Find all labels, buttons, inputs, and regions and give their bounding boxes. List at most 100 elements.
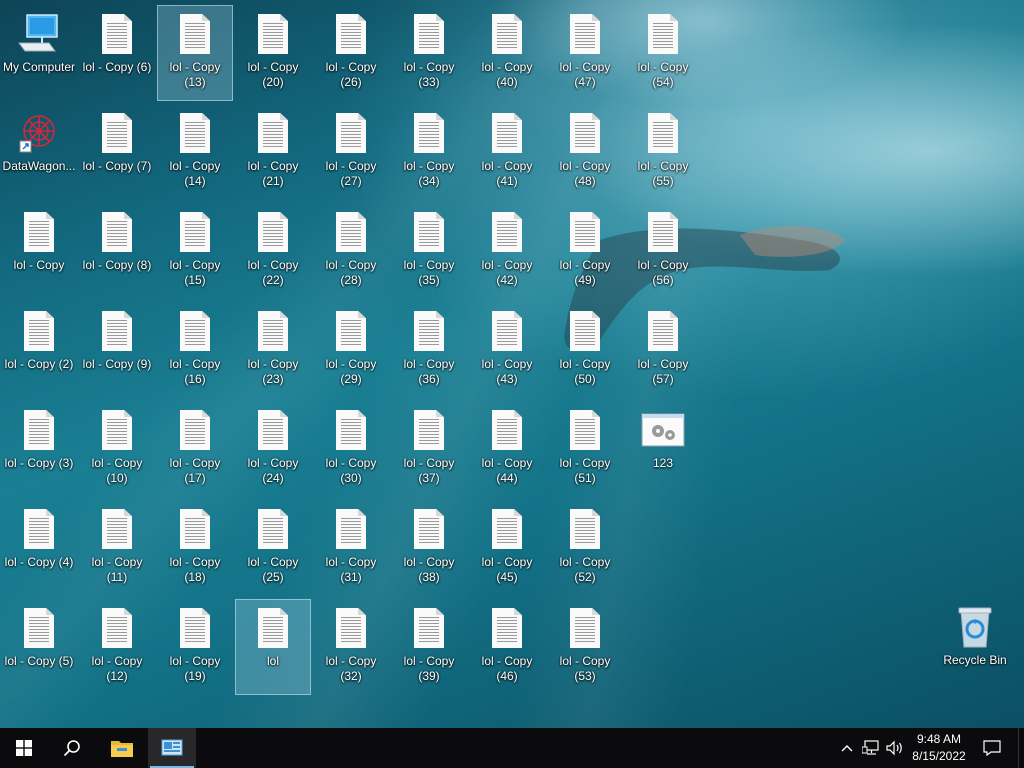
desktop-icon-label: lol - Copy (31) (325, 555, 377, 584)
desktop-icon-label: lol - Copy (50) (559, 357, 611, 386)
volume-button[interactable] (884, 728, 906, 768)
datawagon-shortcut[interactable]: DataWagon... (1, 104, 77, 200)
text-file-lol-copy-15[interactable]: lol - Copy (15) (157, 203, 233, 299)
text-file-lol-copy-31[interactable]: lol - Copy (31) (313, 500, 389, 596)
text-file-lol-copy-32[interactable]: lol - Copy (32) (313, 599, 389, 695)
desktop-icon-label: lol - Copy (26) (325, 60, 377, 89)
desktop-icon-label: lol - Copy (44) (481, 456, 533, 485)
text-file-lol-copy-52[interactable]: lol - Copy (52) (547, 500, 623, 596)
desktop-icon-label: lol - Copy (24) (247, 456, 299, 485)
text-document-icon (563, 606, 607, 650)
text-file-lol-copy-45[interactable]: lol - Copy (45) (469, 500, 545, 596)
desktop-icon-label: lol - Copy (11) (91, 555, 143, 584)
desktop-icon-label: lol - Copy (36) (403, 357, 455, 386)
text-file-lol-copy-36[interactable]: lol - Copy (36) (391, 302, 467, 398)
text-document-icon (251, 12, 295, 56)
text-document-icon (485, 12, 529, 56)
text-file-lol-copy-39[interactable]: lol - Copy (39) (391, 599, 467, 695)
network-button[interactable] (860, 728, 882, 768)
text-file-lol-copy-4[interactable]: lol - Copy (4) (1, 500, 77, 596)
text-file-lol-copy-3[interactable]: lol - Copy (3) (1, 401, 77, 497)
text-file-lol-copy-50[interactable]: lol - Copy (50) (547, 302, 623, 398)
text-file-lol-copy-43[interactable]: lol - Copy (43) (469, 302, 545, 398)
chevron-up-icon (841, 745, 853, 752)
executable-file-123[interactable]: 123 (625, 401, 701, 497)
text-document-icon (563, 111, 607, 155)
text-file-lol-copy-28[interactable]: lol - Copy (28) (313, 203, 389, 299)
desktop-icon-label: lol - Copy (40) (481, 60, 533, 89)
text-file-lol-copy-2[interactable]: lol - Copy (2) (1, 302, 77, 398)
desktop-icon-label: lol - Copy (15) (169, 258, 221, 287)
desktop[interactable]: My Computer DataWagon... lol - Copy lol - C… (0, 0, 1024, 728)
text-file-lol-copy-11[interactable]: lol - Copy (11) (79, 500, 155, 596)
text-file-lol-copy-19[interactable]: lol - Copy (19) (157, 599, 233, 695)
text-file-lol-copy-47[interactable]: lol - Copy (47) (547, 5, 623, 101)
text-file-lol-copy-13[interactable]: lol - Copy (13) (157, 5, 233, 101)
text-file-lol-copy[interactable]: lol - Copy (1, 203, 77, 299)
text-file-lol-copy-20[interactable]: lol - Copy (20) (235, 5, 311, 101)
text-file-lol-copy-49[interactable]: lol - Copy (49) (547, 203, 623, 299)
desktop-icon-label: lol - Copy (28) (325, 258, 377, 287)
text-file-lol-copy-9[interactable]: lol - Copy (9) (79, 302, 155, 398)
text-file-lol-copy-37[interactable]: lol - Copy (37) (391, 401, 467, 497)
text-file-lol-copy-6[interactable]: lol - Copy (6) (79, 5, 155, 101)
desktop-icon-label: lol - Copy (2) (4, 357, 74, 371)
my-computer-shortcut[interactable]: My Computer (1, 5, 77, 101)
text-file-lol-copy-18[interactable]: lol - Copy (18) (157, 500, 233, 596)
text-file-lol-copy-30[interactable]: lol - Copy (30) (313, 401, 389, 497)
text-file-lol-copy-38[interactable]: lol - Copy (38) (391, 500, 467, 596)
recycle-bin-shortcut[interactable]: Recycle Bin (937, 598, 1013, 694)
text-document-icon (407, 606, 451, 650)
text-file-lol-copy-23[interactable]: lol - Copy (23) (235, 302, 311, 398)
text-file-lol-copy-53[interactable]: lol - Copy (53) (547, 599, 623, 695)
text-document-icon (173, 408, 217, 452)
text-file-lol-copy-46[interactable]: lol - Copy (46) (469, 599, 545, 695)
taskbar-clock[interactable]: 9:48 AM 8/15/2022 (906, 728, 972, 768)
text-file-lol-copy-25[interactable]: lol - Copy (25) (235, 500, 311, 596)
file-explorer-button[interactable] (98, 728, 146, 768)
desktop-icon-label: lol - Copy (41) (481, 159, 533, 188)
text-file-lol-copy-12[interactable]: lol - Copy (12) (79, 599, 155, 695)
text-file-lol-copy-7[interactable]: lol - Copy (7) (79, 104, 155, 200)
show-hidden-icons-button[interactable] (836, 728, 858, 768)
text-file-lol-copy-29[interactable]: lol - Copy (29) (313, 302, 389, 398)
text-file-lol-copy-27[interactable]: lol - Copy (27) (313, 104, 389, 200)
text-file-lol-copy-22[interactable]: lol - Copy (22) (235, 203, 311, 299)
desktop-icon-label: lol - Copy (32) (325, 654, 377, 683)
desktop-icon-label: lol - Copy (39) (403, 654, 455, 683)
desktop-icon-label: lol - Copy (52) (559, 555, 611, 584)
start-button[interactable] (0, 728, 48, 768)
text-file-lol[interactable]: lol (235, 599, 311, 695)
text-document-icon (173, 606, 217, 650)
desktop-icon-label: lol - Copy (23) (247, 357, 299, 386)
text-file-lol-copy-35[interactable]: lol - Copy (35) (391, 203, 467, 299)
text-file-lol-copy-41[interactable]: lol - Copy (41) (469, 104, 545, 200)
search-button[interactable] (48, 728, 96, 768)
action-center-button[interactable] (980, 728, 1004, 768)
text-file-lol-copy-17[interactable]: lol - Copy (17) (157, 401, 233, 497)
text-file-lol-copy-21[interactable]: lol - Copy (21) (235, 104, 311, 200)
text-file-lol-copy-44[interactable]: lol - Copy (44) (469, 401, 545, 497)
text-file-lol-copy-51[interactable]: lol - Copy (51) (547, 401, 623, 497)
text-file-lol-copy-54[interactable]: lol - Copy (54) (625, 5, 701, 101)
text-file-lol-copy-40[interactable]: lol - Copy (40) (469, 5, 545, 101)
text-file-lol-copy-8[interactable]: lol - Copy (8) (79, 203, 155, 299)
active-app-button[interactable] (148, 728, 196, 768)
text-file-lol-copy-48[interactable]: lol - Copy (48) (547, 104, 623, 200)
text-file-lol-copy-14[interactable]: lol - Copy (14) (157, 104, 233, 200)
text-file-lol-copy-16[interactable]: lol - Copy (16) (157, 302, 233, 398)
text-file-lol-copy-24[interactable]: lol - Copy (24) (235, 401, 311, 497)
text-file-lol-copy-33[interactable]: lol - Copy (33) (391, 5, 467, 101)
text-file-lol-copy-55[interactable]: lol - Copy (55) (625, 104, 701, 200)
text-file-lol-copy-34[interactable]: lol - Copy (34) (391, 104, 467, 200)
text-file-lol-copy-42[interactable]: lol - Copy (42) (469, 203, 545, 299)
text-file-lol-copy-56[interactable]: lol - Copy (56) (625, 203, 701, 299)
text-file-lol-copy-5[interactable]: lol - Copy (5) (1, 599, 77, 695)
text-file-lol-copy-57[interactable]: lol - Copy (57) (625, 302, 701, 398)
text-file-lol-copy-26[interactable]: lol - Copy (26) (313, 5, 389, 101)
desktop-icon-label: lol - Copy (43) (481, 357, 533, 386)
file-explorer-icon (111, 741, 133, 757)
text-document-icon (485, 606, 529, 650)
text-file-lol-copy-10[interactable]: lol - Copy (10) (79, 401, 155, 497)
show-desktop-button[interactable] (1018, 728, 1024, 768)
